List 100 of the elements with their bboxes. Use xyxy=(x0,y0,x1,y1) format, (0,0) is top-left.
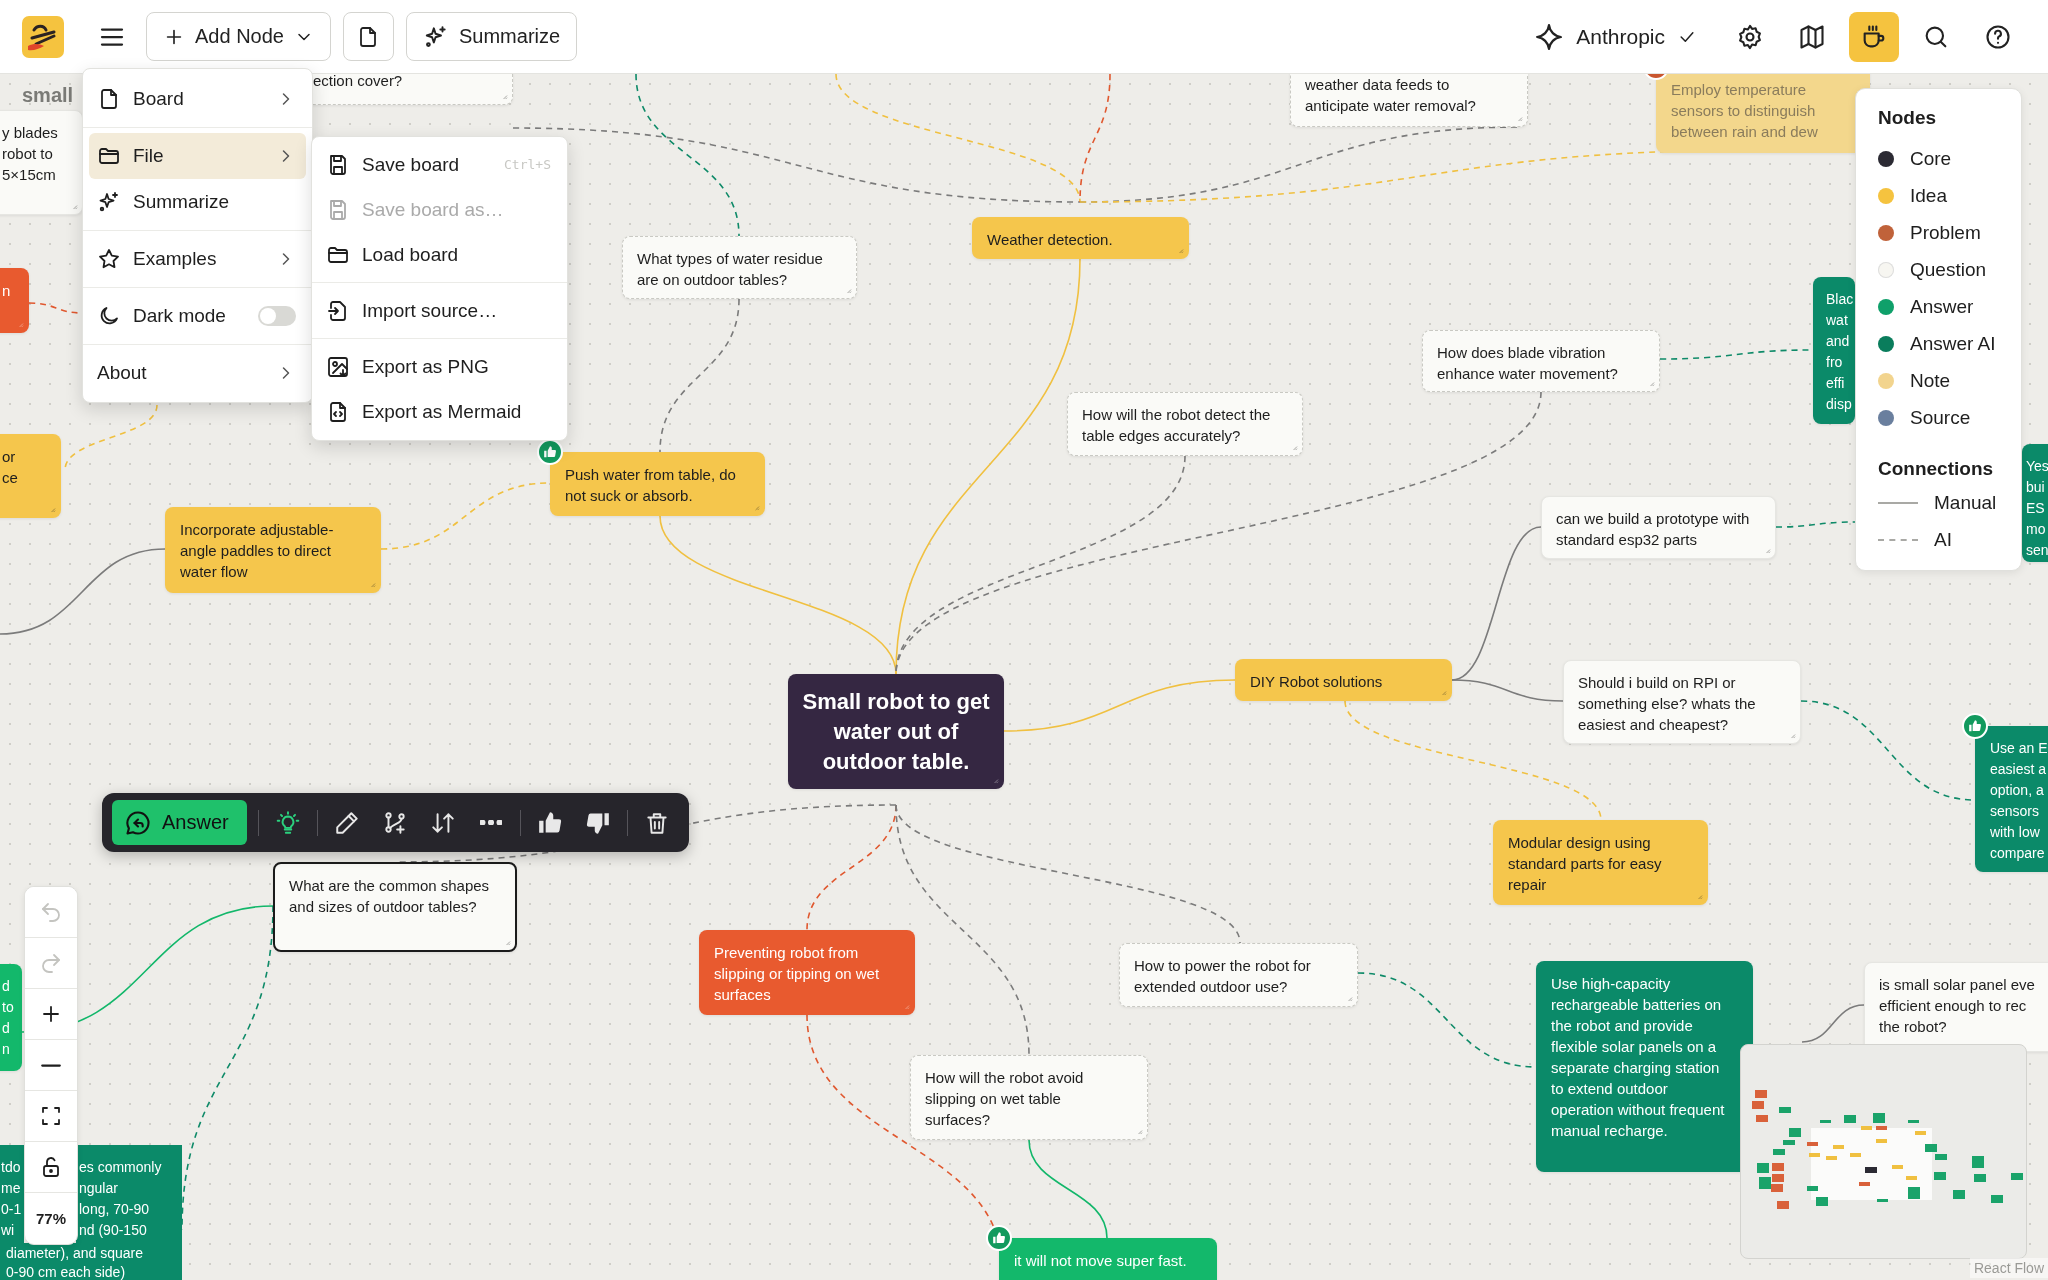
reply-bubble-icon xyxy=(124,808,152,837)
menu-item[interactable]: Load board xyxy=(318,232,561,277)
question-node[interactable]: How will the robot detect the table edges accurately? xyxy=(1067,392,1303,456)
node-text: How does blade vibration enhance water movement? xyxy=(1437,343,1619,384)
menu-item[interactable]: Export as PNG xyxy=(318,344,561,389)
redo-icon xyxy=(39,951,63,975)
node-text: can we build a prototype with standard esp32 parts xyxy=(1556,509,1751,550)
lock-button[interactable] xyxy=(25,1142,77,1193)
node-text: Blac wat and fro effi disp xyxy=(1826,290,1854,414)
node-text: diameter), and square 0-90 cm each side) xyxy=(6,1244,143,1280)
answer-node[interactable]: Use an E easiest a option, a sensors with low compare xyxy=(1975,726,2048,872)
core-node[interactable]: Small robot to get water out of outdoor table. xyxy=(788,674,1004,789)
node-text: Should i build on RPI or something else? whats the easiest and cheapest? xyxy=(1578,673,1757,735)
legend-title: Nodes xyxy=(1878,106,1938,130)
sparkle-icon xyxy=(1534,21,1565,52)
legend-label: Core xyxy=(1910,147,1952,170)
add-node-button[interactable]: Add Node xyxy=(146,12,331,61)
node-text: How to power the robot for extended outdoor use? xyxy=(1134,956,1312,997)
menu-item[interactable]: File xyxy=(89,133,306,179)
idea-node[interactable]: Push water from table, do not suck or absorb. xyxy=(550,452,765,516)
map-icon xyxy=(1798,22,1826,51)
menu-item[interactable]: Summarize xyxy=(89,179,306,225)
legend-label: Note xyxy=(1910,369,1951,392)
idea-node[interactable]: DIY Robot solutions xyxy=(1235,659,1452,701)
summarize-button[interactable]: Summarize xyxy=(405,12,578,61)
coffee-button[interactable] xyxy=(1849,11,1899,62)
node-text: Use high-capacity rechargeable batteries on the robot and provide flexible solar panels on a separate charging station to extend outdoor operation without frequent manual recharge. xyxy=(1551,974,1726,1141)
zoom-out-icon xyxy=(41,1063,61,1067)
answer-node[interactable]: diameter), and square 0-90 cm each side) xyxy=(0,1243,182,1280)
answer-button[interactable]: Answer xyxy=(112,800,247,845)
zoom-in-button[interactable] xyxy=(25,989,77,1040)
image-icon xyxy=(326,354,350,379)
minimap[interactable] xyxy=(1740,1044,2027,1259)
idea-node[interactable]: Weather detection. xyxy=(972,217,1189,259)
answer-node[interactable]: Blac wat and fro effi disp xyxy=(1813,277,1855,424)
node-text: How will the robot detect the table edges accurately? xyxy=(1082,405,1272,446)
menu-item[interactable]: Save board Ctrl+S xyxy=(318,142,561,187)
node-text: Use an E easiest a option, a sensors with low compare xyxy=(1990,739,2048,863)
sparkles-icon xyxy=(97,190,121,214)
idea-node[interactable]: Incorporate adjustable-angle paddles to direct water flow xyxy=(165,507,381,593)
node-text: ection cover? xyxy=(313,74,404,91)
node-text: Small robot to get water out of outdoor table. xyxy=(801,688,991,776)
star-icon xyxy=(97,247,121,271)
settings-icon xyxy=(1736,22,1764,51)
node-text: Incorporate adjustable-angle paddles to direct water flow xyxy=(180,520,335,582)
node-text: it will not move super fast. xyxy=(1014,1251,1188,1271)
fit-view-button[interactable] xyxy=(25,1091,77,1142)
node-text: es commonly ngular long, 70-90 nd (90-150 xyxy=(79,1158,162,1240)
help-icon xyxy=(1984,22,2012,51)
menu-item[interactable]: Import source… xyxy=(318,288,561,333)
node-text: d to d n xyxy=(2,977,14,1059)
legend-label: Idea xyxy=(1910,184,1947,207)
legend-label: Manual xyxy=(1934,491,1997,514)
undo-icon xyxy=(39,900,63,924)
idea-node[interactable]: or ce xyxy=(0,434,61,518)
node-text: weather data feeds to anticipate water removal? xyxy=(1305,75,1477,116)
answer-node[interactable]: Yes bui ES mo sen xyxy=(2022,444,2048,562)
node-text: Modular design using standard parts for easy repair xyxy=(1508,833,1663,895)
legend-label: Answer AI xyxy=(1910,332,1996,355)
node-text: n xyxy=(2,281,12,301)
legend-label: Question xyxy=(1910,258,1987,281)
question-node[interactable]: What are the common shapes and sizes of outdoor tables? xyxy=(273,862,517,952)
shortcut-label: Ctrl+S xyxy=(504,157,551,172)
menu-item[interactable]: Dark mode xyxy=(89,293,306,339)
node-text: Weather detection. xyxy=(987,230,1114,250)
thumbs-up-icon xyxy=(992,1231,1006,1245)
problem-node[interactable]: Preventing robot from slipping or tipping on wet surfaces xyxy=(699,930,915,1015)
provider-selector[interactable]: Anthropic xyxy=(1534,21,1697,52)
menu-item[interactable]: Board xyxy=(89,76,306,122)
node-text: Push water from table, do not suck or absorb. xyxy=(565,465,737,506)
node-text: is small solar panel eve efficient enough to rec the robot? xyxy=(1879,975,2036,1037)
question-node[interactable]: can we build a prototype with standard esp32 parts xyxy=(1541,496,1776,559)
problem-node[interactable]: n xyxy=(0,268,29,333)
menu-item[interactable]: Examples xyxy=(89,236,306,282)
legend-label: AI xyxy=(1934,528,1952,551)
answer-node[interactable]: Use high-capacity rechargeable batteries on the robot and provide flexible solar panels on a separate charging station to extend outdoor operation without frequent manual recharge. xyxy=(1536,961,1753,1172)
question-node[interactable]: weather data feeds to anticipate water removal? xyxy=(1290,74,1528,127)
idea-node[interactable]: Modular design using standard parts for easy repair xyxy=(1493,820,1708,905)
legend-title: Connections xyxy=(1878,457,1995,481)
question-node[interactable]: is small solar panel eve efficient enough to rec the robot? xyxy=(1864,962,2048,1052)
node-text: Preventing robot from slipping or tipping on wet surfaces xyxy=(714,943,881,1005)
node-text: or ce xyxy=(2,447,19,488)
question-node[interactable]: How will the robot avoid slipping on wet table surfaces? xyxy=(910,1055,1148,1140)
question-node[interactable]: What types of water residue are on outdoor tables? xyxy=(622,236,857,299)
node-text: How will the robot avoid slipping on wet table surfaces? xyxy=(925,1068,1085,1130)
menu-item[interactable]: Export as Mermaid xyxy=(318,389,561,434)
logo-icon xyxy=(22,15,64,58)
new-board-button[interactable] xyxy=(342,12,394,61)
node-text: What types of water residue are on outdoor tables? xyxy=(637,249,824,290)
question-node[interactable]: How to power the robot for extended outdoor use? xyxy=(1119,943,1358,1007)
menu-item[interactable]: About xyxy=(89,350,306,396)
answer-node[interactable]: es commonly ngular long, 70-90 nd (90-150 xyxy=(76,1145,182,1243)
node-text: Yes bui ES mo sen xyxy=(2026,457,2048,560)
node-text: What are the common shapes and sizes of outdoor tables? xyxy=(289,876,491,917)
legend-label: Source xyxy=(1910,406,1971,429)
question-node[interactable]: How does blade vibration enhance water movement? xyxy=(1422,330,1660,392)
toggle-switch[interactable] xyxy=(258,306,296,326)
question-node[interactable]: Should i build on RPI or something else? whats the easiest and cheapest? xyxy=(1563,660,1801,744)
question-node[interactable]: y blades robot to 5×15cm xyxy=(0,110,83,215)
legend-label: Problem xyxy=(1910,221,1981,244)
